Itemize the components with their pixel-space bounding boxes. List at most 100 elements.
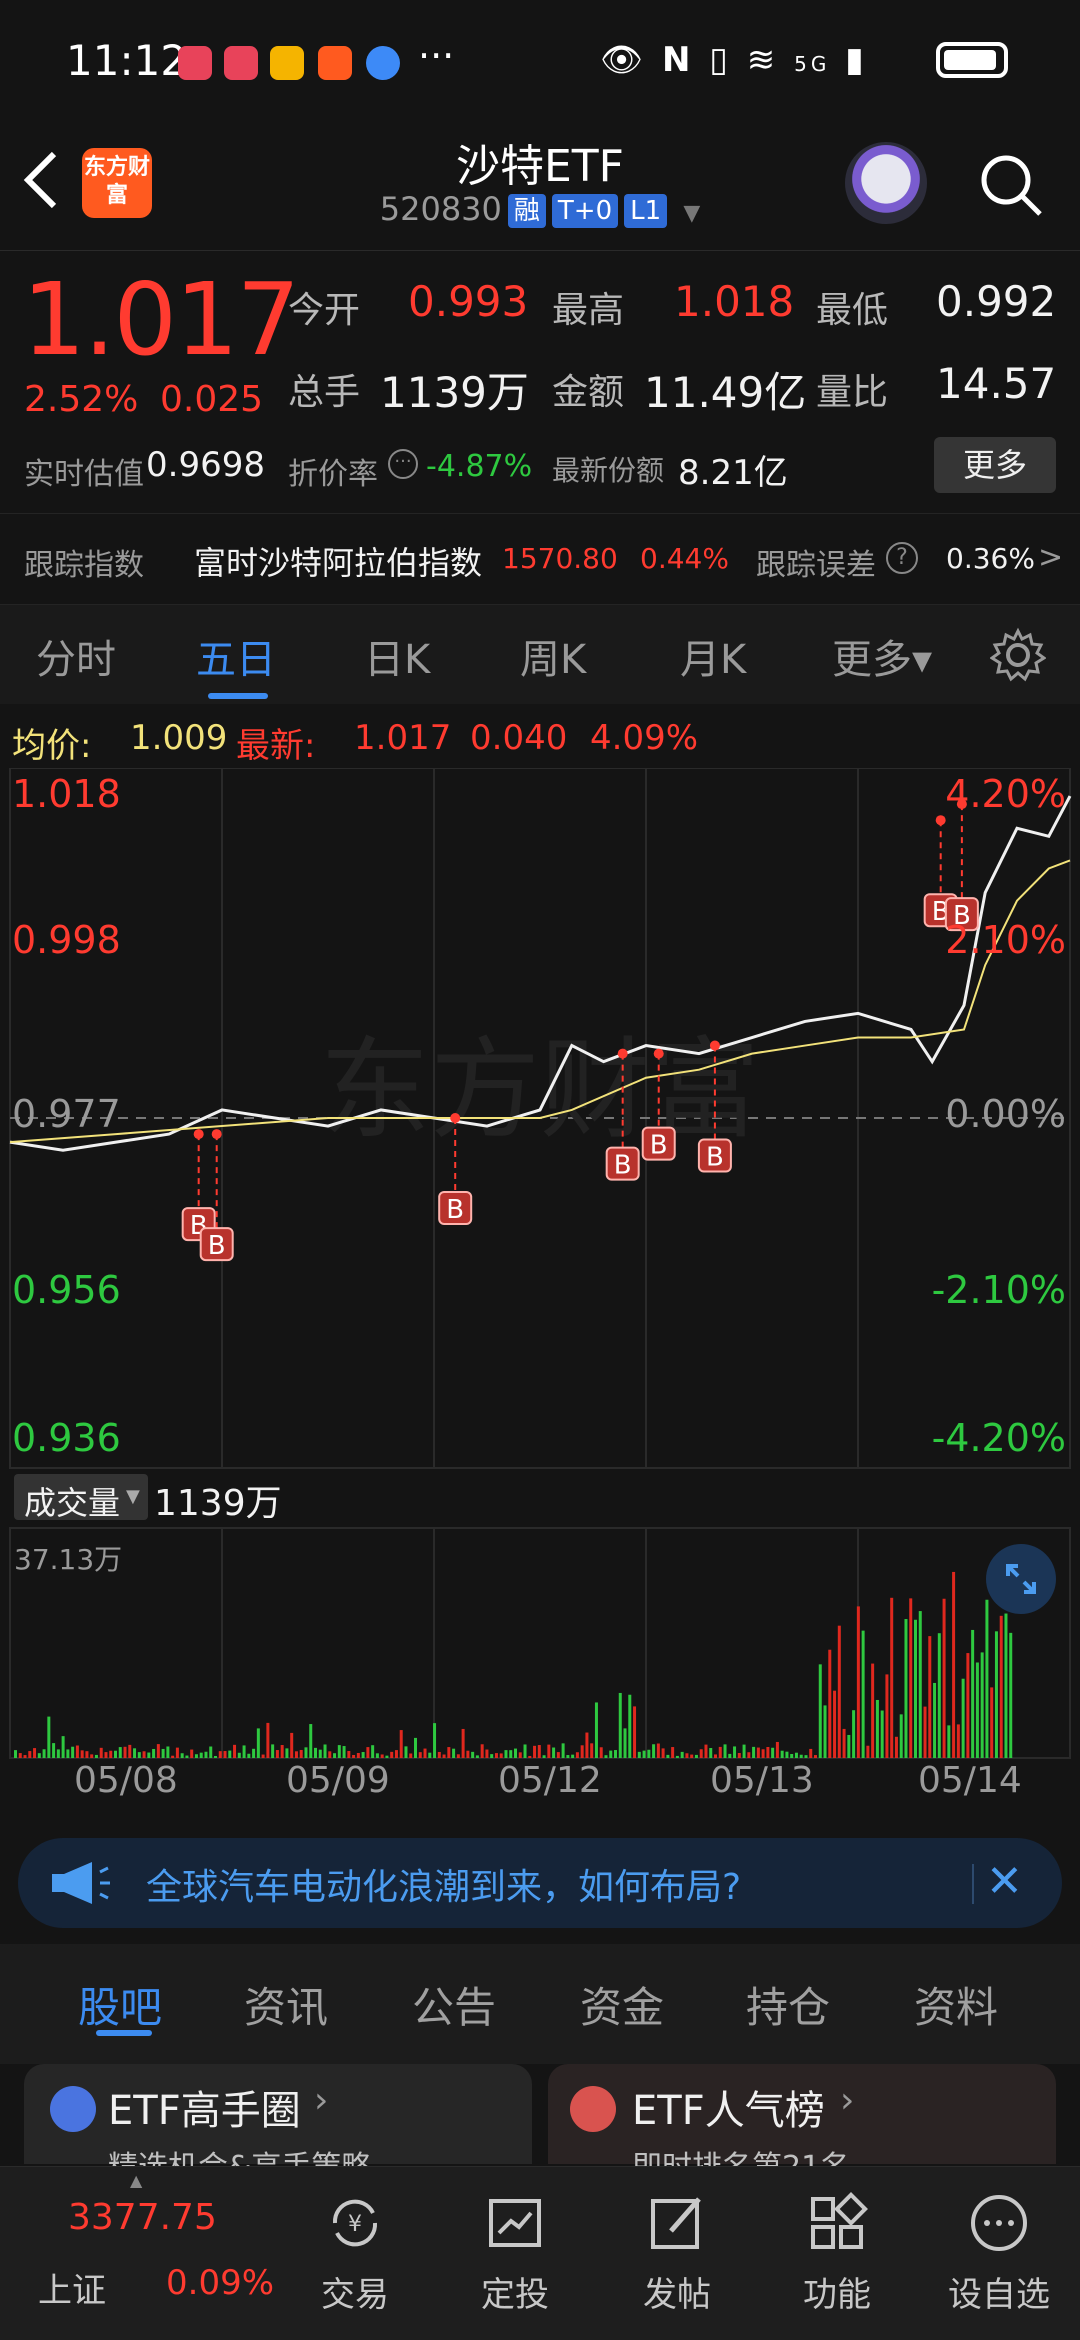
volume-bar [694,1754,698,1758]
security-code-row[interactable]: 520830 融 T+0 L1 ▼ [340,190,740,228]
tab-more[interactable]: 更多▾ [832,627,932,685]
trade-button[interactable]: ¥ 交易 [300,2191,410,2316]
volume-bar [128,1744,132,1758]
index-name: 上证 [38,2271,106,2311]
last-price: 1.017 [22,261,300,378]
tab-announcements[interactable]: 公告 [412,1974,496,2035]
tab-intraday[interactable]: 分时 [36,627,116,685]
tab-fund-flow[interactable]: 资金 [580,1974,664,2035]
volume-bar [452,1748,456,1758]
tab-holdings[interactable]: 持仓 [746,1974,830,2035]
latest-change: 0.040 [470,718,568,758]
volume-bar [247,1753,251,1758]
volume-bar [942,1598,946,1758]
tab-news[interactable]: 资讯 [244,1974,328,2035]
caret-up-icon: ▲ [130,2171,143,2190]
volume-bar [818,1664,822,1758]
volume-bar [142,1751,146,1758]
search-button[interactable] [978,152,1044,218]
volume-bar [828,1649,832,1758]
trade-icon: ¥ [332,2199,378,2247]
back-button[interactable] [20,148,80,228]
avg-price-value: 1.009 [130,718,228,758]
volume-bar [633,1706,637,1758]
auto-invest-button[interactable]: 定投 [460,2191,570,2316]
help-icon[interactable]: ? [886,542,918,574]
brand-logo[interactable]: 东方财富 [82,148,152,218]
volume-bar [166,1746,170,1758]
volume-bar [380,1754,384,1758]
volume-bar [780,1750,784,1758]
weibo-icon [270,46,304,80]
five-day-chart[interactable]: 东方财富 B B B B B B B B 1.018 0.998 0.977 0.956 0.9… [0,768,1080,1808]
tab-five-day[interactable]: 五日 [196,627,276,685]
volume-bar [956,1724,960,1758]
volume-bar [823,1705,827,1758]
volume-bar [418,1752,422,1758]
info-icon[interactable]: ··· [388,449,418,479]
volume-bar [214,1755,217,1758]
volume-bar [975,1662,979,1758]
volume-indicator-select[interactable]: 成交量 ▼ [14,1474,148,1522]
y-tick-right: 4.20% [945,772,1066,816]
tracking-index-name: 富时沙特阿拉伯指数 [194,544,483,582]
close-icon[interactable]: ✕ [986,1856,1023,1907]
open-label: 今开 [288,290,361,331]
tab-daily-k[interactable]: 日K [364,627,430,685]
volume-max-label: 37.13万 [14,1543,123,1576]
tab-forum[interactable]: 股吧 [78,1974,162,2035]
add-watchlist-button[interactable]: 设自选 [944,2191,1054,2316]
volume-bar [642,1750,646,1758]
volume-bar [447,1747,451,1758]
volume-bar [233,1744,237,1758]
volume-ratio-label: 量比 [816,372,889,413]
message-icon [366,46,400,80]
x-tick: 05/14 [918,1760,1022,1801]
promo-banner[interactable]: 全球汽车电动化浪潮到来，如何布局? ✕ [18,1838,1062,1928]
volume-bar [980,1652,984,1758]
chevron-right-icon: › [840,2080,855,2121]
volume-bar [842,1728,846,1758]
volume-bar [666,1754,670,1758]
tracking-index-row[interactable]: 跟踪指数 富时沙特阿拉伯指数 1570.80 0.44% 跟踪误差 ? 0.36… [0,513,1080,605]
assistant-robot-icon[interactable] [845,142,927,224]
volume-indicator-label: 成交量 [24,1484,121,1522]
tab-weekly-k[interactable]: 周K [520,627,586,685]
more-notifications-icon: ··· [418,34,455,78]
volume-bar [42,1749,46,1758]
post-label: 发帖 [643,2275,711,2315]
chevron-left-icon [23,151,57,209]
quote-panel: 1.017 2.52% 0.025 今开 0.993 最高 1.018 最低 0… [0,250,1080,604]
post-button[interactable]: 发帖 [622,2191,732,2316]
iopv-label: 实时估值 [24,457,144,492]
volume-bar [318,1749,322,1758]
volume-bar [671,1747,675,1758]
expand-icon [1006,1564,1036,1594]
shares-value: 8.21亿 [678,453,788,493]
functions-button[interactable]: 功能 [782,2191,892,2316]
volume-bar [575,1752,579,1758]
buy-marker-label: B [208,1231,226,1261]
volume-bar [875,1699,879,1758]
more-button[interactable]: 更多 [934,437,1056,493]
tab-monthly-k[interactable]: 月K [680,627,746,685]
settings-gear-icon[interactable] [990,627,1046,683]
volume-bar [909,1598,913,1758]
etf-popularity-card[interactable]: ETF人气榜 › 即时排名第21名 [548,2064,1056,2185]
volume-bar [756,1747,760,1758]
nfc-icon: N [661,40,695,80]
volume-bar [137,1752,141,1758]
etf-expert-circle-card[interactable]: ETF高手圈 › 精选机会&高手策略 [24,2064,532,2185]
app-notification-icon [224,46,258,80]
fullscreen-button[interactable] [986,1544,1056,1614]
volume-bar [171,1755,175,1758]
tab-profile[interactable]: 资料 [914,1974,998,2035]
price-chart-svg[interactable]: 东方财富BBBBB BB B [0,768,1080,1808]
index-ticker[interactable]: ▲ 3377.75 上证 0.09% [0,2167,290,2340]
volume-bar [523,1744,527,1758]
avg-price-label: 均价: [12,726,92,766]
watermark-text: 东方财富 [320,1026,760,1154]
card-title: ETF高手圈 [108,2088,301,2134]
iopv-value: 0.9698 [146,445,265,485]
volume-bar [375,1753,379,1758]
